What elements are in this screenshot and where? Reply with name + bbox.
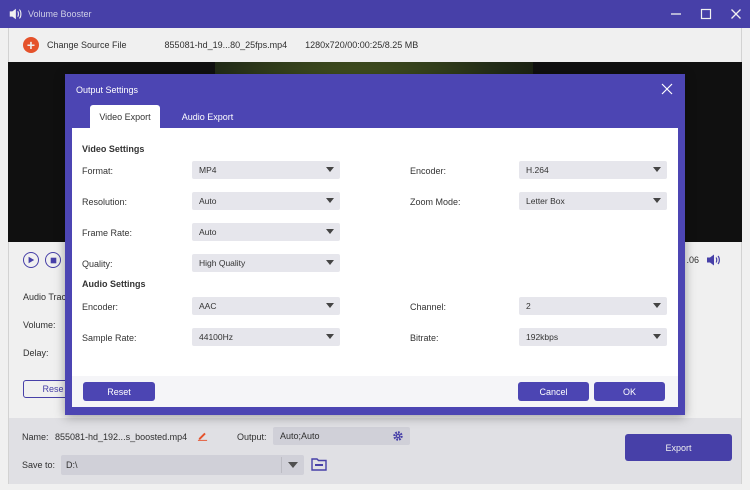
reset-button-label: Reset (107, 386, 131, 397)
quality-value: High Quality (199, 258, 246, 268)
tab-audio-export-label: Audio Export (181, 111, 234, 122)
audio-encoder-label: Encoder: (82, 302, 119, 312)
format-label: Format: (82, 166, 114, 176)
close-icon[interactable] (661, 83, 673, 95)
ok-button-label: OK (622, 386, 636, 397)
sample-rate-label: Sample Rate: (82, 333, 137, 343)
chevron-down-icon (653, 303, 661, 308)
tab-audio-export[interactable]: Audio Export (170, 105, 245, 128)
tab-video-export-label: Video Export (99, 111, 151, 122)
channel-select[interactable]: 2 (519, 297, 667, 315)
video-export-panel: Video Settings Format: MP4 Encoder: H.26… (72, 128, 678, 376)
channel-label: Channel: (410, 302, 447, 312)
chevron-down-icon (326, 167, 334, 172)
video-encoder-select[interactable]: H.264 (519, 161, 667, 179)
chevron-down-icon (326, 229, 334, 234)
bitrate-select[interactable]: 192kbps (519, 328, 667, 346)
resolution-select[interactable]: Auto (192, 192, 340, 210)
chevron-down-icon (653, 198, 661, 203)
zoom-mode-value: Letter Box (526, 196, 565, 206)
video-settings-title: Video Settings (82, 144, 145, 154)
chevron-down-icon (326, 303, 334, 308)
channel-value: 2 (526, 301, 531, 311)
format-value: MP4 (199, 165, 217, 175)
reset-button[interactable]: Reset (83, 382, 155, 401)
cancel-button[interactable]: Cancel (518, 382, 589, 401)
chevron-down-icon (326, 334, 334, 339)
video-encoder-label: Encoder: (410, 166, 447, 176)
frame-rate-value: Auto (199, 227, 217, 237)
chevron-down-icon (653, 334, 661, 339)
chevron-down-icon (326, 260, 334, 265)
audio-encoder-select[interactable]: AAC (192, 297, 340, 315)
audio-settings-title: Audio Settings (82, 279, 146, 289)
resolution-label: Resolution: (82, 197, 128, 207)
frame-rate-label: Frame Rate: (82, 228, 133, 238)
ok-button[interactable]: OK (594, 382, 665, 401)
zoom-mode-select[interactable]: Letter Box (519, 192, 667, 210)
dialog-footer: Reset Cancel OK (72, 376, 678, 407)
tab-video-export[interactable]: Video Export (90, 105, 160, 128)
cancel-button-label: Cancel (539, 386, 568, 397)
frame-rate-select[interactable]: Auto (192, 223, 340, 241)
zoom-mode-label: Zoom Mode: (410, 197, 461, 207)
output-settings-dialog: Output Settings Video Export Audio Expor… (65, 74, 685, 415)
bitrate-value: 192kbps (526, 332, 559, 342)
format-select[interactable]: MP4 (192, 161, 340, 179)
sample-rate-select[interactable]: 44100Hz (192, 328, 340, 346)
video-encoder-value: H.264 (526, 165, 549, 175)
quality-select[interactable]: High Quality (192, 254, 340, 272)
chevron-down-icon (326, 198, 334, 203)
sample-rate-value: 44100Hz (199, 332, 234, 342)
bitrate-label: Bitrate: (410, 333, 439, 343)
resolution-value: Auto (199, 196, 217, 206)
dialog-title: Output Settings (76, 85, 139, 95)
chevron-down-icon (653, 167, 661, 172)
quality-label: Quality: (82, 259, 113, 269)
audio-encoder-value: AAC (199, 301, 217, 311)
